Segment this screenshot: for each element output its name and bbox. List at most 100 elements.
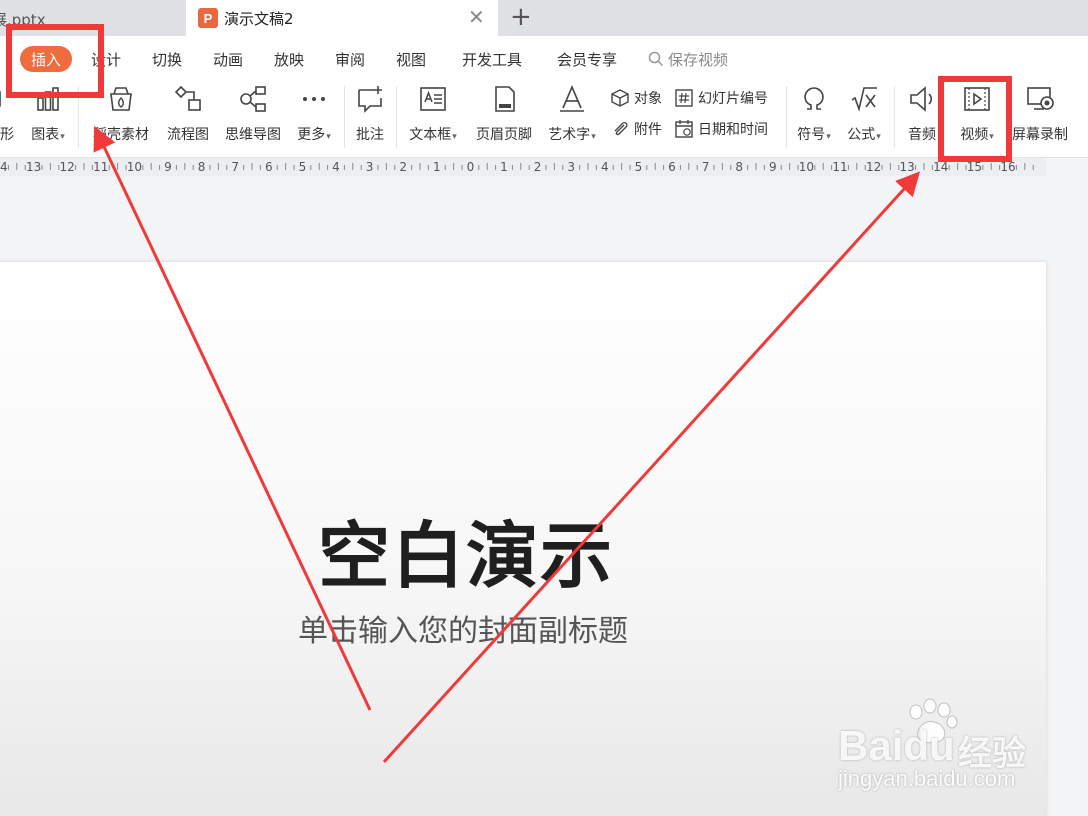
flowchart-button[interactable]: 流程图 — [163, 84, 213, 144]
formula-button[interactable]: 公式▾ — [842, 84, 886, 144]
ruler-label: 11 — [93, 160, 108, 174]
flowchart-icon — [174, 85, 201, 111]
wordart-icon — [560, 84, 584, 112]
slide-subtitle[interactable]: 单击输入您的封面副标题 — [298, 606, 628, 650]
highlight-box-video — [938, 76, 1012, 162]
ruler-label: 7 — [231, 160, 239, 174]
object-button[interactable]: 对象 — [610, 86, 662, 110]
ruler-label: 5 — [299, 160, 307, 174]
tool-label: 更多 — [297, 127, 326, 143]
watermark: Baidu 经验 jingyan.baidu.com — [838, 698, 1078, 792]
mindmap-icon — [240, 86, 266, 112]
ruler-label: 9 — [164, 160, 172, 174]
horizontal-ruler[interactable]: 1413121110987654321012345678910111213141… — [0, 158, 1046, 176]
ruler-label: 8 — [735, 160, 743, 174]
slide-number-icon — [675, 89, 693, 107]
ruler-label: 2 — [534, 160, 542, 174]
tool-label: 音频 — [908, 127, 936, 143]
attachment-icon — [614, 121, 628, 136]
more-button[interactable]: 更多▾ — [292, 84, 336, 144]
presentation-file-icon: P — [198, 8, 218, 28]
ruler-label: 6 — [668, 160, 676, 174]
new-tab-icon[interactable]: + — [510, 2, 532, 32]
tool-label: 页眉页脚 — [476, 127, 532, 143]
ruler-label: 10 — [799, 160, 814, 174]
textbox-button[interactable]: 文本框▾ — [404, 84, 462, 144]
divider — [786, 86, 787, 148]
ruler-label: 3 — [366, 160, 374, 174]
tool-label: 形 — [0, 127, 14, 143]
header-footer-icon — [495, 86, 515, 112]
search-label: 保存视频 — [668, 51, 729, 69]
watermark-url: jingyan.baidu.com — [838, 766, 1016, 791]
ruler-label: 1 — [500, 160, 508, 174]
mindmap-button[interactable]: 思维导图 — [221, 84, 285, 144]
tool-label: 艺术字 — [548, 127, 591, 143]
ruler-label: 12 — [866, 160, 881, 174]
ruler-label: 10 — [127, 160, 142, 174]
menu-tab-member[interactable]: 会员专享 — [557, 49, 617, 70]
tool-label: 屏幕录制 — [1012, 127, 1068, 143]
menu-tab-slideshow[interactable]: 放映 — [274, 49, 304, 70]
search-icon — [648, 51, 664, 67]
dropdown-caret-icon: ▾ — [826, 132, 831, 142]
tool-label: 流程图 — [167, 127, 209, 143]
slide-title[interactable]: 空白演示 — [318, 497, 614, 602]
symbol-button[interactable]: 符号▾ — [792, 84, 836, 144]
menu-tab-review[interactable]: 审阅 — [335, 49, 365, 70]
ruler-label: 4 — [601, 160, 609, 174]
formula-icon — [851, 87, 877, 112]
search-box[interactable]: 保存视频 — [648, 49, 728, 70]
date-time-icon — [675, 120, 693, 138]
tool-label: 文本框 — [409, 127, 452, 143]
docer-material-icon — [110, 87, 132, 111]
tool-label: 日期和时间 — [698, 122, 768, 138]
dropdown-caret-icon: ▾ — [591, 132, 596, 142]
menu-tab-developer[interactable]: 开发工具 — [462, 49, 522, 70]
tab-bar: 展.pptx P 演示文稿2 ✕ + — [0, 0, 1088, 36]
ruler-label: 14 — [0, 160, 8, 174]
dropdown-caret-icon: ▾ — [452, 132, 457, 142]
ruler-label: 7 — [702, 160, 710, 174]
attachment-button[interactable]: 附件 — [610, 117, 662, 141]
symbol-icon — [804, 87, 824, 110]
watermark-brand: Baidu — [838, 722, 955, 769]
tool-label: 图表 — [31, 127, 60, 143]
slide-number-button[interactable]: 幻灯片编号 — [674, 86, 768, 110]
tool-label: 附件 — [634, 122, 662, 138]
highlight-box-insert — [6, 24, 104, 98]
screen-record-button[interactable]: 屏幕录制 — [1010, 84, 1070, 144]
date-time-button[interactable]: 日期和时间 — [674, 117, 768, 141]
ruler-label: 1 — [433, 160, 441, 174]
ruler-label: 11 — [832, 160, 847, 174]
ruler-label: 2 — [399, 160, 407, 174]
ribbon-toolbar: 形 图表▾ 稻壳素材 流程图 思维导图 更多▾ 批注 文本框▾ 页眉页脚 艺术字… — [0, 80, 1088, 158]
ruler-label: 14 — [933, 160, 948, 174]
ruler-label: 9 — [769, 160, 777, 174]
header-footer-button[interactable]: 页眉页脚 — [472, 84, 536, 144]
ruler-label: 3 — [567, 160, 575, 174]
textbox-icon — [420, 87, 446, 111]
close-tab-icon[interactable]: ✕ — [468, 6, 485, 28]
tab-active-document[interactable]: P 演示文稿2 ✕ — [186, 0, 498, 36]
ruler-label: 8 — [198, 160, 206, 174]
tool-label: 符号 — [797, 127, 826, 143]
divider — [344, 86, 345, 148]
menu-tab-transition[interactable]: 切换 — [152, 49, 182, 70]
menu-bar: 插入 设计 切换 动画 放映 审阅 视图 开发工具 会员专享 保存视频 — [0, 36, 1088, 80]
ruler-label: 4 — [332, 160, 340, 174]
comment-button[interactable]: 批注 — [352, 84, 388, 144]
tool-label: 对象 — [634, 91, 662, 107]
menu-tab-animation[interactable]: 动画 — [213, 49, 243, 70]
ruler-label: 15 — [967, 160, 982, 174]
object-icon — [611, 89, 629, 107]
menu-tab-view[interactable]: 视图 — [396, 49, 426, 70]
divider — [396, 86, 397, 148]
ruler-label: 16 — [1000, 160, 1015, 174]
wordart-button[interactable]: 艺术字▾ — [544, 84, 600, 144]
ruler-label: 6 — [265, 160, 273, 174]
tool-label: 批注 — [356, 127, 384, 143]
dropdown-caret-icon: ▾ — [876, 132, 881, 142]
ruler-label: 13 — [26, 160, 41, 174]
audio-button[interactable]: 音频 — [904, 84, 940, 144]
